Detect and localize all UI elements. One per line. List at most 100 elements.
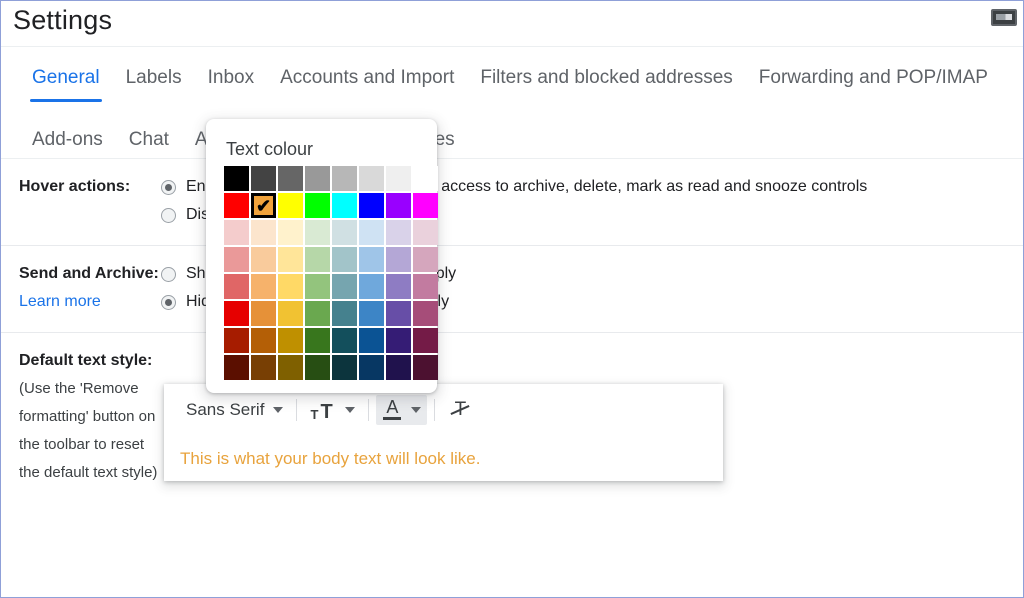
radio-icon-disable-hover[interactable] [161,207,176,223]
colour-swatch[interactable] [251,301,276,326]
tab-label: Labels [125,67,182,88]
colour-swatch[interactable] [413,247,438,272]
colour-swatch[interactable] [386,220,411,245]
colour-swatch[interactable] [278,328,303,353]
colour-swatch[interactable] [413,193,438,218]
colour-swatch[interactable] [251,166,276,191]
colour-swatch[interactable] [224,193,249,218]
colour-swatch[interactable] [359,166,384,191]
colour-swatch[interactable] [278,166,303,191]
colour-swatch[interactable] [224,301,249,326]
radio-icon-enable-hover[interactable] [161,179,176,195]
page-title: Settings [13,5,113,35]
tab-filters-and-blocked-addresses[interactable]: Filters and blocked addresses [467,63,745,93]
text-color-dropdown[interactable]: A [376,395,428,425]
colour-swatch[interactable] [332,328,357,353]
colour-swatch[interactable] [224,247,249,272]
colour-swatch[interactable] [386,301,411,326]
colour-swatch[interactable] [413,355,438,380]
colour-swatch[interactable] [386,193,411,218]
toolbar-divider [368,399,370,421]
colour-swatch[interactable] [251,220,276,245]
hover-actions-label: Hover actions: [19,178,131,195]
chevron-down-icon [345,407,356,413]
colour-swatch[interactable] [224,328,249,353]
colour-swatch[interactable] [278,247,303,272]
colour-swatch[interactable] [359,193,384,218]
colour-swatch[interactable] [413,166,438,191]
colour-swatch[interactable] [359,220,384,245]
radio-icon-show-send-archive[interactable] [161,266,176,282]
colour-swatch[interactable] [305,301,330,326]
tab-inbox[interactable]: Inbox [195,63,267,93]
colour-swatch[interactable] [305,193,330,218]
chevron-down-icon [411,407,422,413]
page-header: Settings [1,1,1023,47]
colour-swatch[interactable] [251,355,276,380]
remove-formatting-button[interactable]: T [442,395,478,425]
tab-labels[interactable]: Labels [113,63,195,93]
colour-swatch[interactable] [332,301,357,326]
colour-swatch[interactable] [386,247,411,272]
colour-swatch[interactable]: ✔ [251,193,276,218]
settings-screen: Settings General Labels Inbox Accounts and … [0,0,1024,598]
colour-swatch[interactable] [278,301,303,326]
colour-swatch[interactable] [305,247,330,272]
colour-swatch[interactable] [224,166,249,191]
learn-more-link[interactable]: Learn more [19,288,161,316]
colour-swatch[interactable] [332,247,357,272]
colour-swatch[interactable] [305,220,330,245]
colour-swatch[interactable] [413,220,438,245]
colour-swatch[interactable] [359,355,384,380]
colour-swatch[interactable] [278,193,303,218]
colour-swatch[interactable] [251,247,276,272]
colour-swatch[interactable] [359,247,384,272]
text-color-icon: A [382,398,402,421]
colour-swatch[interactable] [278,355,303,380]
colour-swatch[interactable] [305,355,330,380]
display-icon[interactable] [991,9,1017,26]
colour-swatch[interactable] [251,328,276,353]
font-size-dropdown[interactable]: TT [304,395,361,425]
colour-swatch[interactable] [278,274,303,299]
toolbar-divider [434,399,436,421]
tab-accounts-and-import[interactable]: Accounts and Import [267,63,467,93]
colour-swatch[interactable] [359,328,384,353]
text-colour-title: Text colour [226,139,314,159]
colour-swatch[interactable] [386,166,411,191]
colour-swatch[interactable] [278,220,303,245]
colour-swatch[interactable] [305,166,330,191]
font-family-dropdown[interactable]: Sans Serif [180,395,289,425]
colour-swatch[interactable] [413,301,438,326]
colour-swatch[interactable] [386,355,411,380]
chevron-down-icon [273,407,284,413]
tab-chat[interactable]: Chat [116,125,182,155]
colour-swatch[interactable] [359,274,384,299]
colour-swatch[interactable] [332,274,357,299]
colour-swatch[interactable] [359,301,384,326]
colour-swatch[interactable] [413,274,438,299]
send-and-archive-label-text: Send and Archive: [19,265,159,282]
colour-swatch[interactable] [332,193,357,218]
radio-icon-hide-send-archive[interactable] [161,294,176,310]
colour-swatch[interactable] [305,274,330,299]
tab-general[interactable]: General [19,63,113,102]
colour-swatch[interactable] [386,328,411,353]
colour-swatch[interactable] [386,274,411,299]
remove-formatting-icon: T [448,399,472,421]
toolbar-divider [296,399,298,421]
tab-label: Inbox [207,67,255,88]
colour-swatch[interactable] [251,274,276,299]
colour-swatch[interactable] [413,328,438,353]
setting-row-hover-actions: Hover actions: Enable hover actions - Qu… [1,159,1023,246]
colour-swatch[interactable] [305,328,330,353]
tab-add-ons[interactable]: Add-ons [19,125,116,155]
colour-swatch[interactable] [332,355,357,380]
colour-swatch[interactable] [224,355,249,380]
colour-swatch[interactable] [332,166,357,191]
colour-swatch[interactable] [332,220,357,245]
tab-forwarding-and-pop-imap[interactable]: Forwarding and POP/IMAP [746,63,1001,93]
default-text-style-label: Default text style: (Use the 'Remove for… [1,347,161,487]
colour-swatch[interactable] [224,274,249,299]
colour-swatch[interactable] [224,220,249,245]
